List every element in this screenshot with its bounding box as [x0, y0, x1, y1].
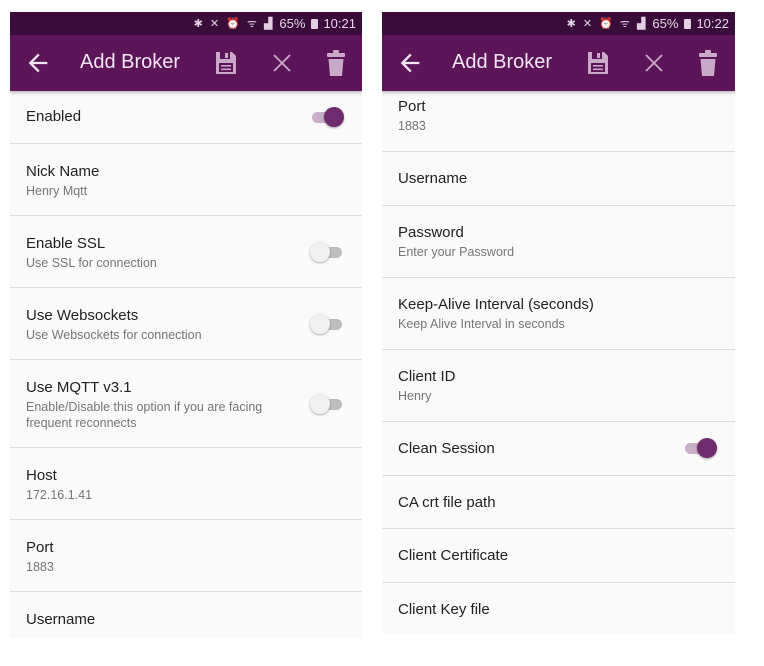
setting-ca-crt-file-path[interactable]: CA crt file path — [382, 476, 735, 529]
setting-host[interactable]: Host 172.16.1.41 — [10, 448, 362, 520]
close-icon[interactable] — [270, 51, 294, 75]
setting-title: Host — [26, 467, 57, 484]
setting-title: Port — [398, 98, 426, 115]
mqtt-v31-toggle[interactable] — [310, 394, 344, 414]
setting-title: Username — [26, 611, 96, 628]
setting-client-certificate[interactable]: Client Certificate — [382, 529, 735, 583]
setting-title: Username — [398, 170, 468, 187]
battery-icon — [684, 18, 692, 29]
setting-client-id[interactable]: Client ID Henry — [382, 350, 735, 422]
app-toolbar: Add Broker — [382, 35, 735, 91]
status-bar: ✱ ✕ ⏰ ᯤ ▟ 65% 10:21 — [10, 12, 362, 35]
status-bar: ✱ ✕ ⏰ ᯤ ▟ 65% 10:22 — [382, 12, 735, 35]
setting-title: CA crt file path — [398, 494, 496, 511]
ssl-toggle[interactable] — [310, 242, 344, 262]
setting-use-websockets[interactable]: Use Websockets Use Websockets for connec… — [10, 288, 362, 360]
setting-username[interactable]: Username — [10, 592, 362, 638]
setting-username[interactable]: Username — [382, 152, 735, 206]
battery-percent: 65% — [279, 16, 306, 31]
setting-placeholder: Keep Alive Interval in seconds — [398, 317, 565, 331]
setting-password[interactable]: Password Enter your Password — [382, 206, 735, 278]
setting-title: Client Certificate — [398, 547, 509, 564]
page-title: Add Broker — [80, 51, 181, 73]
setting-value: Henry Mqtt — [26, 184, 88, 198]
setting-title: Keep-Alive Interval (seconds) — [398, 296, 594, 313]
setting-title: Client Key file — [398, 601, 490, 618]
setting-port[interactable]: Port 1883 — [10, 520, 362, 592]
battery-icon — [311, 18, 319, 29]
settings-list: Port 1883 Username Password Enter your P… — [382, 91, 735, 634]
setting-enable-ssl[interactable]: Enable SSL Use SSL for connection — [10, 216, 362, 288]
phone-screen-left: ✱ ✕ ⏰ ᯤ ▟ 65% 10:21 Add Broker Enabled N… — [10, 12, 362, 638]
setting-port[interactable]: Port 1883 — [382, 91, 735, 152]
save-icon[interactable] — [586, 50, 610, 76]
close-icon[interactable] — [642, 51, 666, 75]
setting-keep-alive-interval[interactable]: Keep-Alive Interval (seconds) Keep Alive… — [382, 278, 735, 350]
setting-description: Enable/Disable this option if you are fa… — [26, 400, 263, 430]
setting-value: Henry — [398, 389, 432, 403]
app-toolbar: Add Broker — [10, 35, 362, 91]
back-arrow-icon[interactable] — [24, 49, 52, 77]
delete-icon[interactable] — [326, 49, 346, 77]
setting-title: Password — [398, 224, 464, 241]
clock: 10:21 — [323, 16, 356, 31]
setting-title: Port — [26, 539, 54, 556]
setting-use-mqtt-v31[interactable]: Use MQTT v3.1 Enable/Disable this option… — [10, 360, 362, 448]
battery-percent: 65% — [652, 16, 679, 31]
save-icon[interactable] — [214, 50, 238, 76]
clean-session-toggle[interactable] — [683, 438, 717, 458]
setting-client-key-file[interactable]: Client Key file — [382, 583, 735, 634]
phone-screen-right: ✱ ✕ ⏰ ᯤ ▟ 65% 10:22 Add Broker Port 1883… — [382, 12, 735, 634]
status-icons: ✱ ✕ ⏰ ᯤ ▟ — [193, 18, 275, 30]
setting-clean-session[interactable]: Clean Session — [382, 422, 735, 476]
setting-placeholder: Enter your Password — [398, 245, 515, 259]
clock: 10:22 — [696, 16, 729, 31]
settings-list: Enabled Nick Name Henry Mqtt Enable SSL … — [10, 91, 362, 638]
page-title: Add Broker — [452, 51, 553, 73]
websockets-toggle[interactable] — [310, 314, 344, 334]
setting-title: Nick Name — [26, 163, 100, 180]
enabled-toggle[interactable] — [310, 107, 344, 127]
setting-enabled[interactable]: Enabled — [10, 91, 362, 144]
setting-nick-name[interactable]: Nick Name Henry Mqtt — [10, 144, 362, 216]
delete-icon[interactable] — [698, 49, 718, 77]
back-arrow-icon[interactable] — [396, 49, 424, 77]
status-icons: ✱ ✕ ⏰ ᯤ ▟ — [566, 18, 648, 30]
setting-value: 1883 — [398, 119, 426, 133]
setting-value: 1883 — [26, 560, 54, 574]
setting-value: 172.16.1.41 — [26, 488, 93, 502]
setting-title: Client ID — [398, 368, 456, 385]
